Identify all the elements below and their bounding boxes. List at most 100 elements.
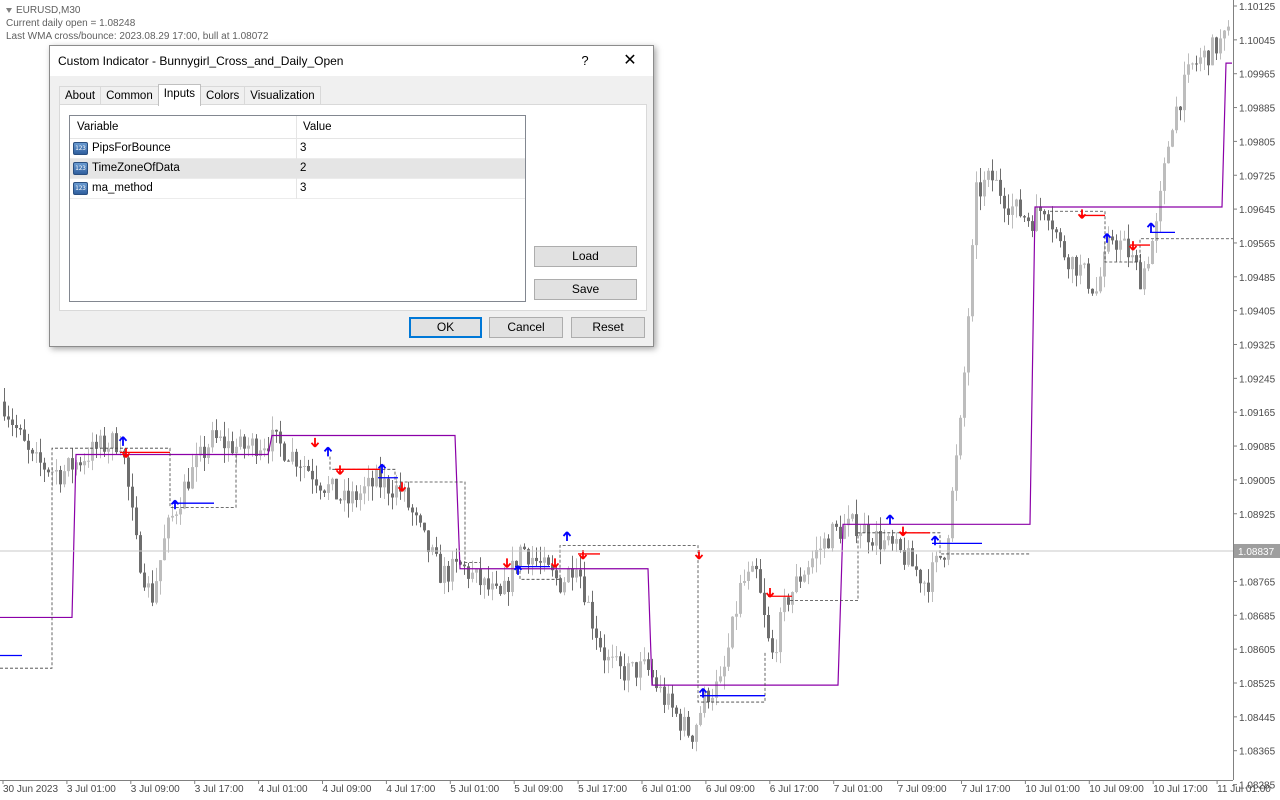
chart-window[interactable]: 1.10125 1.10045 1.09965 1.09885 1.09805 1.097… [0, 0, 1280, 800]
candle-body [799, 576, 802, 582]
candle-body [899, 539, 902, 551]
candle-body [299, 466, 302, 468]
param-value[interactable]: 3 [300, 182, 306, 194]
candle-body [591, 601, 594, 629]
table-header: Variable Value [70, 116, 525, 139]
candle-body [895, 539, 898, 544]
candle-body [1163, 163, 1166, 191]
table-row[interactable]: 123 ma_method 3 [70, 179, 525, 199]
candle-body [931, 562, 934, 592]
candle-body [579, 569, 582, 577]
candle-body [87, 460, 90, 462]
candle-body [639, 661, 642, 678]
current-price-label: 1.08837 [1238, 547, 1275, 558]
reset-button[interactable]: Reset [571, 317, 645, 338]
candle-body [283, 443, 286, 461]
candle-body [879, 531, 882, 550]
table-row[interactable]: 123 PipsForBounce 3 [70, 139, 525, 159]
candle-body [331, 478, 334, 485]
candle-body [491, 583, 494, 590]
candle-body [43, 462, 46, 470]
tab-about[interactable]: About [59, 86, 102, 106]
candle-body [699, 712, 702, 725]
candle-body [667, 693, 670, 705]
candle-body [683, 716, 686, 731]
candle-body [203, 446, 206, 458]
candle-body [1087, 263, 1090, 289]
param-value[interactable]: 3 [300, 142, 306, 154]
candle-body [519, 546, 522, 567]
candle-body [71, 458, 74, 470]
candle-body [11, 419, 14, 425]
candle-body [495, 583, 498, 586]
candle-body [675, 707, 678, 714]
candle-body [663, 686, 666, 705]
candle-body [1075, 256, 1078, 276]
dialog-title-bar[interactable]: Custom Indicator - Bunnygirl_Cross_and_D… [50, 46, 653, 76]
column-divider[interactable] [296, 116, 297, 139]
candle-body [1083, 263, 1086, 265]
tab-common[interactable]: Common [100, 86, 159, 106]
symbol-row[interactable]: EURUSD,M30 [6, 4, 268, 17]
candle-body [1147, 263, 1150, 269]
candle-body [711, 697, 714, 703]
inputs-table[interactable]: Variable Value 123 PipsForBounce 3 123 T… [69, 115, 526, 302]
candle-body [259, 450, 262, 456]
candle-body [211, 430, 214, 448]
variable-column-header[interactable]: Variable [77, 121, 118, 133]
candle-body [563, 582, 566, 593]
candle-body [587, 601, 590, 603]
time-tick-label: 3 Jul 17:00 [195, 784, 244, 795]
candle-body [479, 569, 482, 586]
candle-body [915, 566, 918, 570]
time-tick-label: 6 Jul 01:00 [642, 784, 691, 795]
candle-body [839, 526, 842, 539]
collapse-triangle-icon[interactable] [6, 7, 12, 13]
help-button[interactable]: ? [570, 48, 600, 74]
candle-body [759, 569, 762, 593]
candle-body [475, 569, 478, 573]
load-button[interactable]: Load [534, 246, 637, 267]
close-button[interactable]: ✕ [610, 48, 650, 74]
candle-body [1175, 106, 1178, 131]
candle-body [995, 179, 998, 181]
candle-body [851, 514, 854, 519]
candle-body [1199, 57, 1202, 64]
candle-body [1103, 251, 1106, 277]
time-tick-label: 10 Jul 09:00 [1089, 784, 1144, 795]
integer-param-icon: 123 [73, 162, 88, 175]
candle-body [39, 452, 42, 463]
tab-colors[interactable]: Colors [200, 86, 246, 106]
candle-body [599, 637, 602, 648]
column-divider [296, 159, 297, 179]
tab-inputs[interactable]: Inputs [157, 84, 202, 106]
buy-arrow-icon [885, 514, 895, 525]
candle-body [923, 582, 926, 584]
candle-body [535, 557, 538, 562]
candle-body [63, 471, 66, 485]
candle-body [627, 663, 630, 681]
candle-body [1223, 30, 1226, 39]
candle-body [439, 553, 442, 583]
ok-button[interactable]: OK [409, 317, 482, 338]
value-column-header[interactable]: Value [303, 121, 332, 133]
candle-body [743, 580, 746, 583]
candle-body [631, 662, 634, 664]
cancel-button[interactable]: Cancel [489, 317, 563, 338]
candle-body [523, 546, 526, 550]
time-tick-label: 30 Jun 2023 [3, 784, 58, 795]
table-row[interactable]: 123 TimeZoneOfData 2 [70, 159, 525, 179]
save-button[interactable]: Save [534, 279, 637, 300]
candle-body [23, 429, 26, 441]
candle-body [367, 477, 370, 487]
time-tick-label: 7 Jul 17:00 [962, 784, 1011, 795]
candle-body [755, 565, 758, 570]
candle-body [223, 436, 226, 449]
candle-body [751, 565, 754, 572]
tab-visualization[interactable]: Visualization [244, 86, 321, 106]
candle-body [919, 569, 922, 584]
symbol-label: EURUSD,M30 [16, 5, 81, 16]
param-value[interactable]: 2 [300, 162, 306, 174]
candle-body [1023, 216, 1026, 218]
candle-body [559, 578, 562, 593]
